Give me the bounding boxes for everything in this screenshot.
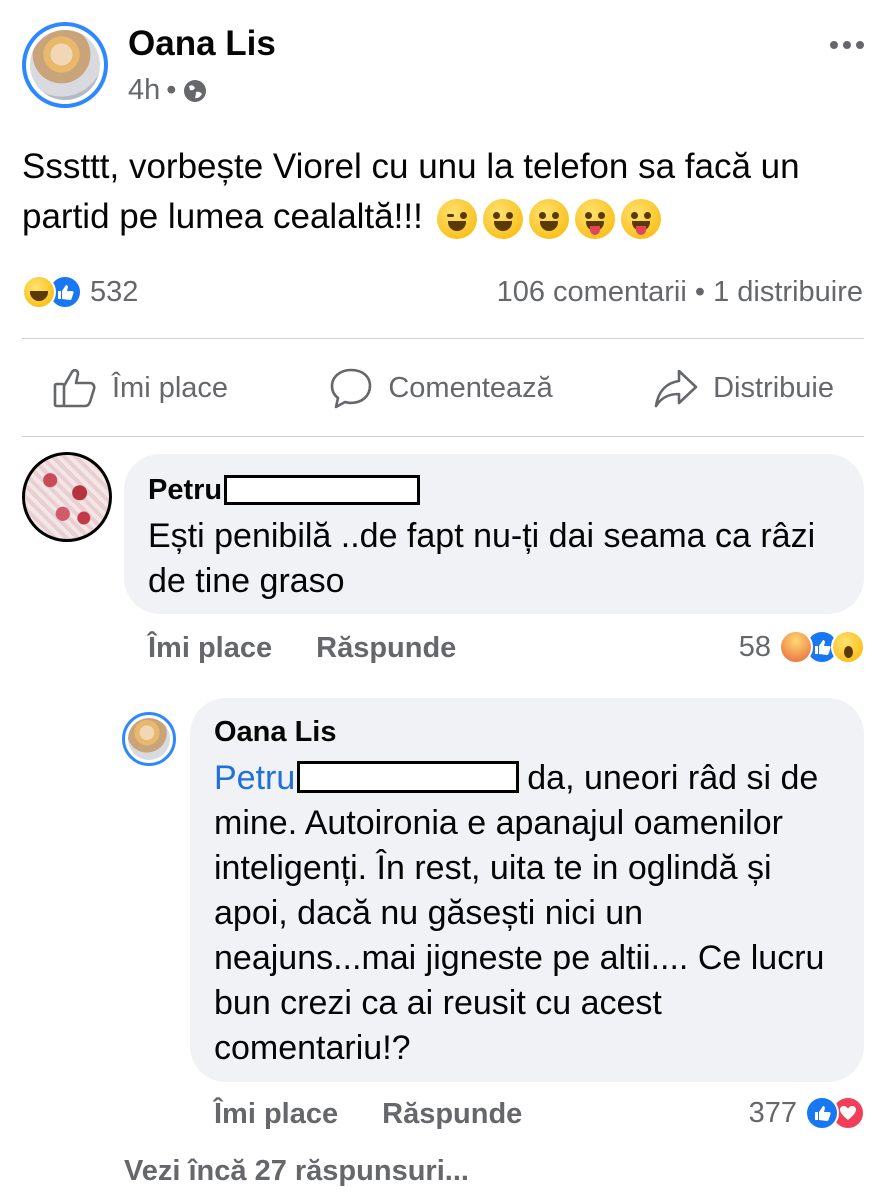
post-header: Oana Lis 4h • bbox=[22, 22, 872, 112]
wow-reaction-icon bbox=[831, 630, 865, 664]
shares-count[interactable]: 1 distribuire bbox=[713, 276, 863, 308]
reply-reaction-count: 377 bbox=[748, 1096, 797, 1129]
reply-like-button[interactable]: Îmi place bbox=[214, 1098, 338, 1131]
post-time[interactable]: 4h bbox=[128, 74, 160, 107]
reply-bubble: Oana Lis Petru da, uneori râd si de mine.… bbox=[190, 698, 864, 1082]
divider bbox=[22, 338, 864, 339]
wink-emoji-icon bbox=[436, 198, 477, 239]
reply-author-name[interactable]: Oana Lis bbox=[214, 714, 840, 750]
share-arrow-icon bbox=[653, 366, 699, 410]
grin-emoji-icon bbox=[528, 198, 569, 239]
comment-reply-button[interactable]: Răspunde bbox=[316, 632, 456, 665]
comment-bubble: Petru Ești penibilă ..de fapt nu-ți dai … bbox=[124, 454, 864, 614]
reply-reactions[interactable]: 377 bbox=[749, 1096, 865, 1130]
reply-reply-button[interactable]: Răspunde bbox=[382, 1098, 522, 1131]
reply-author-avatar[interactable] bbox=[122, 712, 176, 766]
comment-label: Comentează bbox=[388, 371, 553, 404]
redaction-box bbox=[224, 475, 421, 505]
reaction-count: 532 bbox=[90, 275, 139, 308]
meta-separator: • bbox=[166, 74, 177, 106]
haha-reaction-icon bbox=[22, 275, 56, 309]
reply-text-content: da, uneori râd si de mine. Autoironia e … bbox=[214, 759, 825, 1067]
comment-reactions[interactable]: 58 bbox=[739, 630, 865, 664]
post-meta: 4h • bbox=[128, 74, 208, 107]
tongue-emoji-icon bbox=[620, 198, 661, 239]
more-dot-icon bbox=[830, 41, 838, 49]
emoji-group bbox=[436, 198, 661, 239]
comment-button[interactable]: Comentează bbox=[328, 366, 553, 410]
commenter-avatar[interactable] bbox=[22, 452, 112, 542]
comment-bubble-icon bbox=[328, 366, 374, 410]
like-button[interactable]: Îmi place bbox=[52, 366, 228, 410]
angry-reaction-icon bbox=[779, 630, 813, 664]
more-options-button[interactable] bbox=[822, 30, 872, 60]
comments-count[interactable]: 106 comentarii bbox=[497, 276, 687, 308]
reply-text: Petru da, uneori râd si de mine. Autoiron… bbox=[214, 756, 840, 1071]
reply-actions: Îmi place Răspunde bbox=[214, 1098, 522, 1131]
tongue-emoji-icon bbox=[574, 198, 615, 239]
post-text: Sssttt, vorbește Viorel cu unu la telefo… bbox=[22, 142, 872, 242]
more-dot-icon bbox=[856, 41, 864, 49]
comment-author[interactable]: Petru bbox=[148, 472, 840, 508]
comment-reaction-count: 58 bbox=[738, 630, 771, 663]
post-stats: 106 comentarii • 1 distribuire bbox=[497, 274, 863, 310]
stats-separator: • bbox=[694, 276, 714, 308]
reactions-summary[interactable]: 532 bbox=[22, 274, 138, 310]
like-label: Îmi place bbox=[112, 371, 229, 404]
author-avatar[interactable] bbox=[22, 22, 108, 108]
divider bbox=[22, 436, 864, 437]
more-dot-icon bbox=[843, 41, 851, 49]
view-more-replies-link[interactable]: Vezi încă 27 răspunsuri... bbox=[124, 1155, 469, 1188]
like-reaction-icon bbox=[805, 1096, 839, 1130]
smile-emoji-icon bbox=[482, 198, 523, 239]
redaction-box bbox=[297, 761, 520, 793]
comment-text: Ești penibilă ..de fapt nu-ți dai seama … bbox=[148, 517, 816, 600]
comment-actions: Îmi place Răspunde bbox=[148, 632, 456, 665]
author-name[interactable]: Oana Lis bbox=[128, 24, 276, 64]
post-action-bar: Îmi place Comentează Distribuie bbox=[22, 340, 864, 436]
share-label: Distribuie bbox=[713, 371, 834, 404]
share-button[interactable]: Distribuie bbox=[653, 366, 834, 410]
mention-link[interactable]: Petru bbox=[214, 759, 295, 797]
globe-icon bbox=[182, 78, 208, 104]
comment-author-name: Petru bbox=[148, 473, 223, 506]
thumbs-up-icon bbox=[52, 366, 98, 410]
comment-like-button[interactable]: Îmi place bbox=[148, 632, 272, 665]
post-text-content: Sssttt, vorbește Viorel cu unu la telefo… bbox=[22, 147, 800, 236]
